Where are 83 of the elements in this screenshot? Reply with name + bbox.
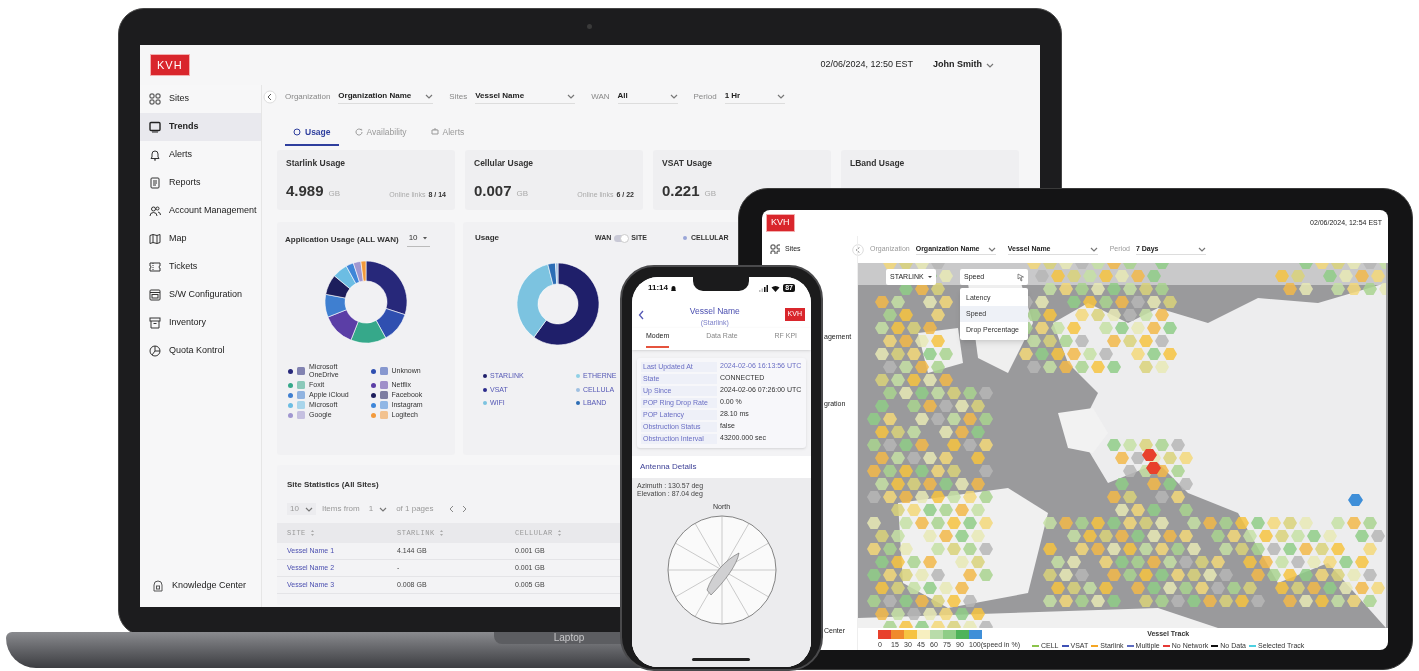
sidebar-item[interactable]: Sites [140, 85, 261, 113]
sidebar-item[interactable]: Trends [140, 113, 261, 141]
sort-icon [309, 529, 315, 537]
grid-icon [770, 244, 780, 255]
items-from-label: Items from [321, 503, 360, 515]
filter-select[interactable]: 1 Hr [724, 90, 785, 104]
chevron-down-icon [567, 92, 576, 100]
tab[interactable]: Usage [285, 120, 339, 146]
home-indicator [692, 658, 750, 661]
sidebar-item[interactable]: S/W Configuration [140, 281, 261, 309]
sidebar-item[interactable]: Quota Kontrol [140, 337, 261, 365]
device-label: Laptop [553, 632, 585, 644]
screen-title: Vessel Name [689, 305, 740, 318]
sidebar-item[interactable]: Alerts [140, 141, 261, 169]
logo: KVH [766, 214, 795, 232]
chevron-down-icon [669, 92, 678, 100]
view-toggle[interactable] [614, 234, 629, 242]
panel-title: Application Usage (ALL WAN) [285, 233, 399, 246]
refresh-icon [354, 128, 363, 136]
filter-label: Sites [449, 91, 468, 103]
usage-value: 0.221 [662, 180, 700, 201]
wifi-icon [771, 284, 781, 292]
usage-value: 4.989 [286, 180, 324, 201]
caret-icon [421, 236, 428, 240]
phone-notch [693, 277, 749, 291]
chevron-down-icon [1089, 245, 1098, 253]
panel-title: Usage [475, 232, 500, 244]
chevron-down-icon [304, 505, 313, 513]
circle-icon [293, 128, 301, 136]
panel-title: Site Statistics (All Sites) [287, 479, 379, 491]
sidebar-item[interactable]: Map [140, 225, 261, 253]
card-title: VSAT Usage [662, 157, 713, 170]
users-icon [149, 205, 161, 217]
count-select[interactable]: 10 [406, 232, 430, 247]
card-title: Cellular Usage [474, 157, 535, 170]
chevron-down-icon [986, 61, 994, 69]
next-page-button[interactable] [460, 505, 468, 513]
signal-icon [759, 284, 769, 292]
chevron-down-icon [425, 92, 434, 100]
pie-icon [149, 345, 161, 357]
grid-icon [149, 93, 161, 105]
sort-icon [438, 529, 444, 537]
chevron-down-icon [1197, 245, 1206, 253]
card-title: Starlink Usage [286, 157, 347, 170]
sidebar-item[interactable]: Knowledge Center [140, 572, 261, 600]
window-icon [149, 289, 161, 301]
section-title: Antenna Details [639, 460, 698, 473]
filter-select[interactable]: Organization Name [338, 90, 434, 104]
unit-label: GB [328, 188, 341, 201]
filter-label: Organization [285, 91, 331, 103]
chevron-down-icon [379, 505, 388, 513]
back-button[interactable] [638, 310, 645, 320]
bell-icon [670, 284, 678, 292]
filter-label: Period [693, 91, 717, 103]
card-title: LBand Usage [850, 157, 906, 170]
usage-value: 0.007 [474, 180, 512, 201]
ticket-icon [149, 261, 161, 273]
date-time: 02/06/2024, 12:50 EST [820, 58, 913, 72]
filter-select[interactable]: All [617, 90, 678, 104]
filter-label: WAN [591, 91, 610, 103]
archive-icon [149, 317, 161, 329]
status-time: 11:14 [648, 282, 669, 294]
sidebar-item[interactable]: Inventory [140, 309, 261, 337]
user-menu[interactable]: John Smith [933, 58, 994, 72]
chevron-down-icon [987, 245, 996, 253]
chevron-down-icon [776, 92, 785, 100]
filter-select[interactable]: Vessel Name [475, 90, 576, 104]
sort-icon [556, 529, 562, 537]
logo: KVH [150, 53, 190, 77]
sidebar-item[interactable]: Reports [140, 169, 261, 197]
page-count-label: of 1 pages [396, 503, 434, 515]
cursor-icon [1015, 272, 1024, 282]
monitor-icon [149, 121, 161, 133]
unit-label: GB [516, 188, 529, 201]
caret-icon [928, 276, 932, 278]
sidebar-item[interactable]: Tickets [140, 253, 261, 281]
unit-label: GB [704, 188, 717, 201]
bell-icon [149, 149, 161, 161]
previous-page-button[interactable] [447, 505, 455, 513]
document-icon [149, 177, 161, 189]
sidebar-item[interactable]: Account Management [140, 197, 261, 225]
map-icon [149, 233, 161, 245]
collapse-button[interactable] [263, 90, 277, 104]
